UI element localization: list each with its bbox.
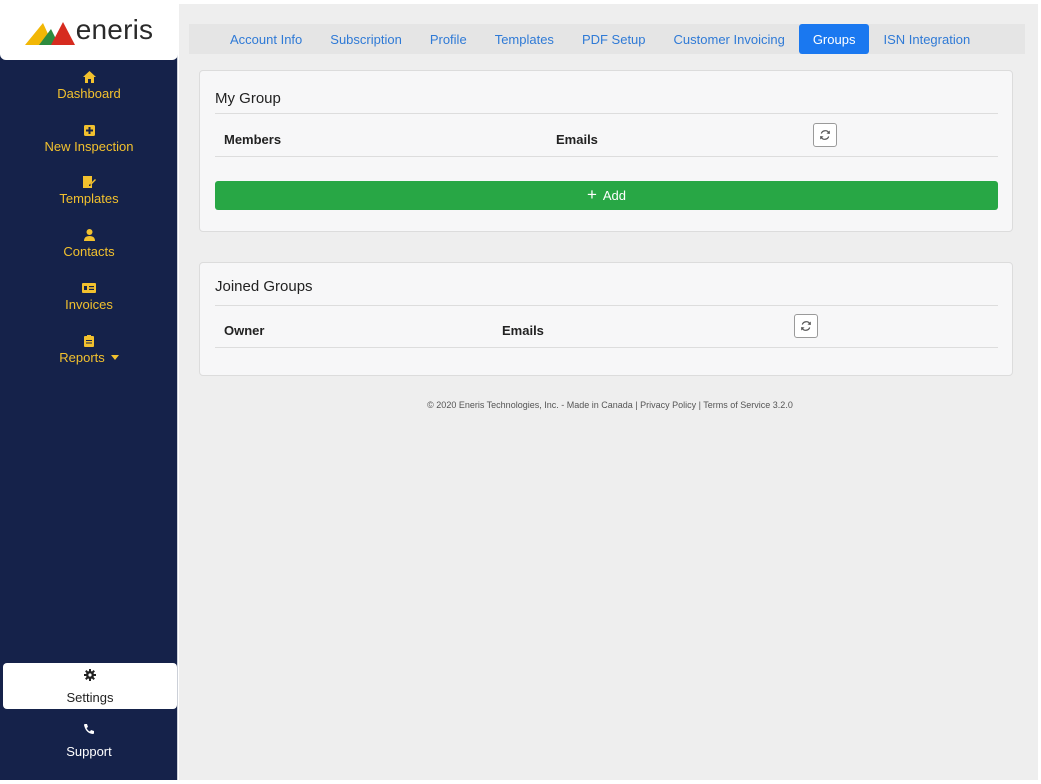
phone-icon — [83, 722, 95, 740]
edit-file-icon — [82, 175, 96, 189]
settings-label: Settings — [66, 689, 114, 705]
tab-customer-invoicing[interactable]: Customer Invoicing — [660, 24, 799, 54]
clipboard-icon — [84, 334, 94, 348]
sidebar-item-label: Reports — [59, 350, 119, 365]
joined-groups-title: Joined Groups — [215, 278, 313, 295]
divider — [215, 156, 998, 157]
my-group-title: My Group — [215, 90, 281, 107]
user-icon — [83, 228, 95, 242]
sidebar-item-label: Invoices — [65, 297, 113, 312]
tab-groups[interactable]: Groups — [798, 24, 870, 54]
sidebar-item-reports[interactable]: Reports — [0, 334, 178, 365]
my-group-card: My Group Members Emails + Add — [199, 70, 1013, 232]
refresh-icon — [820, 130, 830, 140]
members-column-header: Members — [224, 132, 282, 147]
logo-mark-icon — [24, 22, 75, 45]
refresh-members-button[interactable] — [813, 123, 837, 147]
refresh-joined-groups-button[interactable] — [794, 314, 818, 338]
sidebar-item-settings[interactable]: Settings — [3, 663, 177, 709]
plus-icon: + — [586, 185, 597, 204]
owner-column-header: Owner — [224, 323, 265, 338]
sidebar-item-invoices[interactable]: Invoices — [0, 281, 178, 312]
brand-logo[interactable]: eneris — [0, 4, 178, 60]
add-member-button[interactable]: + Add — [215, 181, 998, 210]
refresh-icon — [801, 321, 811, 331]
divider — [215, 347, 998, 348]
brand-name: eneris — [75, 14, 154, 45]
sidebar-item-label: Dashboard — [57, 86, 121, 101]
tab-profile[interactable]: Profile — [416, 24, 481, 54]
sidebar-item-dashboard[interactable]: Dashboard — [0, 70, 178, 101]
sidebar: eneris Dashboard New Inspection Template… — [0, 4, 178, 780]
gear-icon — [84, 668, 96, 686]
joined-groups-card: Joined Groups Owner Emails — [199, 262, 1013, 376]
tab-isn-integration[interactable]: ISN Integration — [869, 24, 984, 54]
emails-column-header: Emails — [556, 132, 598, 147]
tab-templates[interactable]: Templates — [481, 24, 568, 54]
divider — [215, 305, 998, 306]
tab-account-info[interactable]: Account Info — [216, 24, 316, 54]
reports-label: Reports — [59, 350, 105, 365]
tab-subscription[interactable]: Subscription — [316, 24, 416, 54]
settings-tabs: Account Info Subscription Profile Templa… — [189, 24, 1025, 54]
sidebar-item-templates[interactable]: Templates — [0, 175, 178, 206]
support-label: Support — [66, 744, 112, 759]
invoice-icon — [82, 281, 96, 295]
emails-column-header: Emails — [502, 323, 544, 338]
main-content: Account Info Subscription Profile Templa… — [179, 4, 1041, 780]
sidebar-item-label: Contacts — [63, 244, 115, 259]
sidebar-item-label: Templates — [59, 191, 119, 206]
sidebar-item-contacts[interactable]: Contacts — [0, 228, 178, 259]
sidebar-item-support[interactable]: Support — [0, 722, 178, 772]
sidebar-item-new-inspection[interactable]: New Inspection — [0, 123, 178, 154]
add-label: Add — [602, 188, 627, 203]
chevron-down-icon — [110, 355, 119, 360]
divider — [215, 113, 998, 114]
footer-text: © 2020 Eneris Technologies, Inc. - Made … — [427, 400, 793, 410]
app-window: eneris Dashboard New Inspection Template… — [0, 0, 1041, 784]
home-icon — [82, 70, 96, 84]
tab-pdf-setup[interactable]: PDF Setup — [568, 24, 660, 54]
plus-square-icon — [83, 123, 95, 137]
sidebar-item-label: New Inspection — [44, 139, 134, 154]
